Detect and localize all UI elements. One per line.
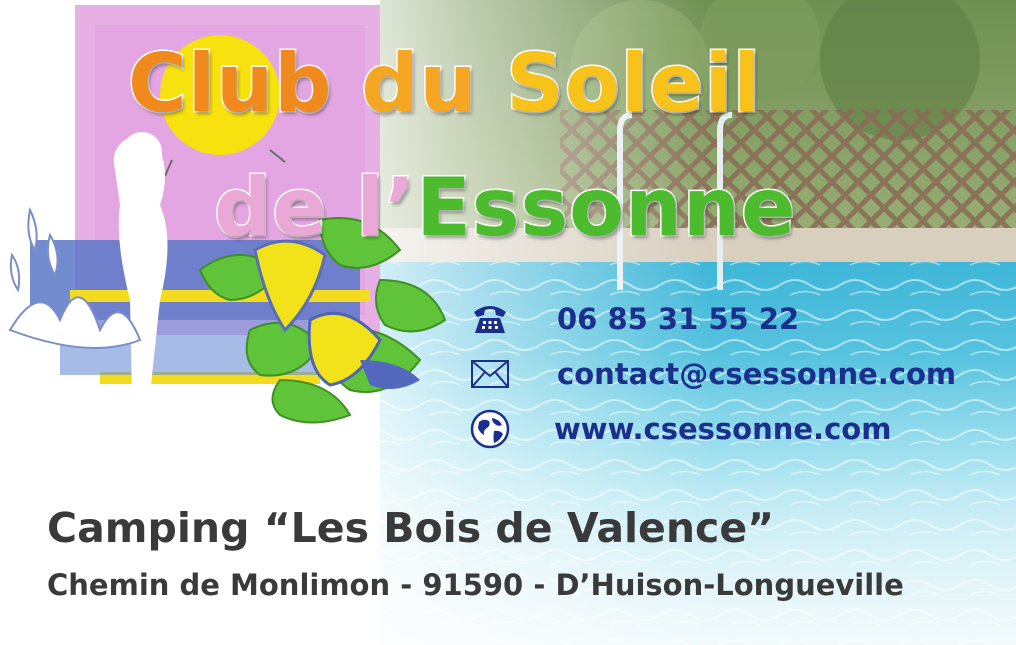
club-title-line-1: Club du Soleil xyxy=(126,42,761,125)
title-word: Soleil xyxy=(505,37,762,130)
telephone-icon xyxy=(468,297,512,341)
title-word: Essonne xyxy=(415,161,797,254)
globe-icon xyxy=(468,407,512,451)
title-word: du xyxy=(360,37,507,130)
contact-phone-row: 06 85 31 55 22 xyxy=(468,297,799,341)
club-title-line-2: de l’Essonne xyxy=(212,166,796,249)
venue-address: Chemin de Monlimon - 91590 - D’Huison-Lo… xyxy=(47,568,904,602)
title-word: Club xyxy=(126,37,362,130)
title-word: de l’ xyxy=(212,161,417,254)
contact-email-row: contact@csessonne.com xyxy=(468,352,956,396)
website-link[interactable]: www.csessonne.com xyxy=(554,412,891,446)
contact-web-row: www.csessonne.com xyxy=(468,407,891,451)
email-link[interactable]: contact@csessonne.com xyxy=(557,357,956,391)
envelope-icon xyxy=(468,352,512,396)
venue-name: Camping “Les Bois de Valence” xyxy=(47,504,775,552)
phone-number[interactable]: 06 85 31 55 22 xyxy=(557,302,799,336)
business-card: Club du Soleil de l’Essonne 06 85 31 55 … xyxy=(0,0,1016,645)
